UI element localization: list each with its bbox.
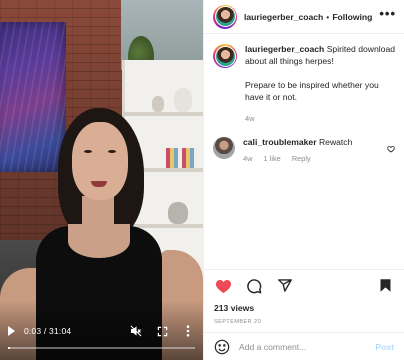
caption-username[interactable]: lauriegerber_coach (245, 44, 324, 54)
person-face (72, 122, 128, 200)
post-viewer: 0:03 / 31:04 lauriegerber_coach • Follow… (0, 0, 404, 360)
comment-username[interactable]: cali_troublemaker (243, 137, 317, 147)
comments-section[interactable]: lauriegerber_coach Spirited download abo… (204, 34, 404, 269)
comment-text: Rewatch (318, 136, 353, 147)
avatar[interactable] (213, 4, 237, 29)
author-username[interactable]: lauriegerber_coach (244, 12, 323, 22)
person-eye (108, 150, 116, 153)
comment-input[interactable] (239, 341, 376, 352)
comment-meta: 4w 1 like Reply (243, 154, 381, 164)
view-count[interactable]: 213 views (204, 301, 404, 315)
vase (174, 88, 192, 112)
post-side-panel: lauriegerber_coach • Following ••• lauri… (203, 0, 404, 360)
share-icon[interactable] (276, 277, 294, 295)
video-player[interactable]: 0:03 / 31:04 (0, 0, 203, 360)
video-duration: 31:04 (49, 326, 72, 336)
mute-icon[interactable] (129, 324, 143, 338)
abstract-painting (0, 22, 66, 172)
action-bar (204, 269, 404, 301)
caption: lauriegerber_coach Spirited download abo… (213, 44, 395, 124)
caption-text-2: Prepare to be inspired whether you have … (245, 80, 379, 103)
vase (168, 202, 188, 224)
shelf-board (122, 112, 203, 116)
bookmark-icon[interactable] (376, 277, 394, 295)
comment-icon[interactable] (245, 277, 263, 295)
person-eye (84, 150, 92, 153)
emoji-icon[interactable] (214, 339, 230, 355)
comment-age: 4w (243, 153, 253, 163)
more-vert-icon[interactable] (181, 324, 195, 338)
post-button[interactable]: Post (375, 342, 394, 352)
time-separator: / (41, 326, 50, 336)
comment-likes[interactable]: 1 like (264, 154, 281, 163)
video-progress-fill (8, 347, 10, 349)
video-controls: 0:03 / 31:04 (0, 319, 203, 343)
following-button[interactable]: Following (332, 12, 372, 22)
avatar[interactable] (213, 136, 235, 159)
add-comment-bar: Post (204, 332, 404, 360)
caption-age: 4w (245, 113, 255, 123)
books (166, 148, 198, 168)
post-date: SEPTEMBER 20 (214, 319, 262, 325)
vase (152, 96, 164, 112)
header-separator: • (326, 11, 330, 22)
list-item: cali_troublemaker Rewatch 4w 1 like Repl… (213, 136, 395, 164)
fullscreen-icon[interactable] (155, 324, 169, 338)
more-options-button[interactable]: ••• (379, 7, 396, 26)
heart-icon[interactable] (214, 277, 232, 295)
play-icon[interactable] (8, 326, 15, 336)
avatar[interactable] (213, 44, 237, 68)
video-current-time: 0:03 (24, 326, 42, 336)
comment-like-heart-icon[interactable] (387, 140, 395, 158)
post-header: lauriegerber_coach • Following ••• (204, 0, 404, 34)
caption-meta: 4w (245, 114, 395, 124)
reply-button[interactable]: Reply (292, 154, 311, 163)
video-progress-bar[interactable] (8, 347, 195, 349)
